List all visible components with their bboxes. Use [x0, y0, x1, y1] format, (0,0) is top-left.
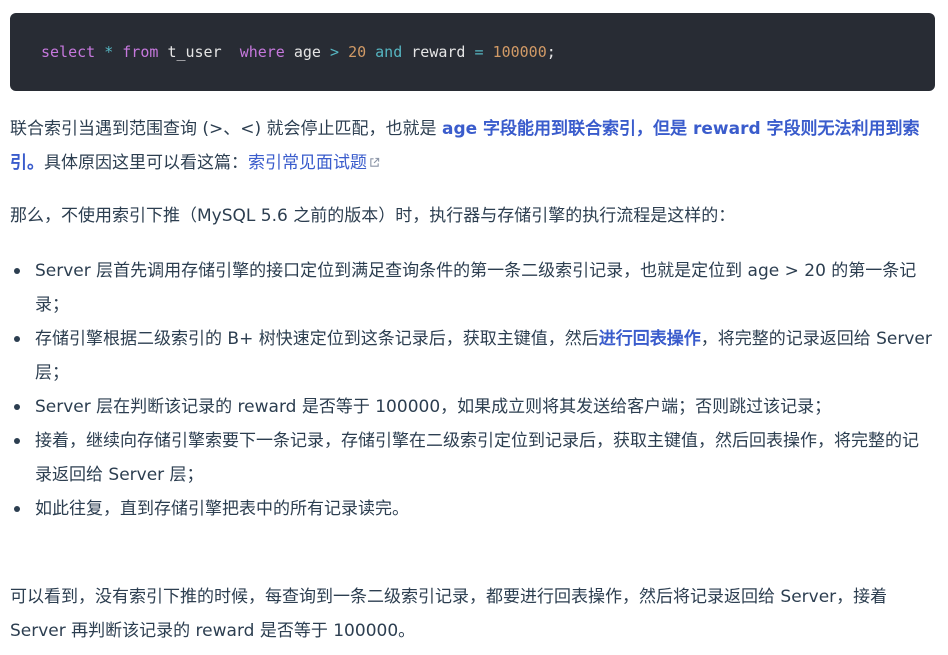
external-link-icon	[370, 157, 380, 167]
bullet-dot	[14, 336, 20, 342]
code-number: 20	[348, 43, 367, 61]
emphasis-text: 进行回表操作	[598, 329, 701, 349]
code-operator: =	[474, 43, 484, 61]
code-block: select * from t_user where age > 20 and …	[10, 13, 935, 91]
execution-flow-list: Server 层首先调用存储引擎的接口定位到满足查询条件的第一条二级索引记录，也…	[10, 254, 935, 526]
code-number: 100000	[492, 43, 547, 61]
list-item: 如此往复，直到存储引擎把表中的所有记录读完。	[10, 492, 935, 526]
paragraph-intro-flow: 那么，不使用索引下推（MySQL 5.6 之前的版本）时，执行器与存储引擎的执行…	[10, 199, 935, 233]
code-operator: and	[375, 43, 403, 61]
list-item-text: Server 层首先调用存储引擎的接口定位到满足查询条件的第一条二级索引记录，也…	[35, 261, 917, 315]
code-punctuation: ;	[546, 43, 556, 61]
list-item: 接着，继续向存储引擎索要下一条记录，存储引擎在二级索引定位到记录后，获取主键值，…	[10, 424, 935, 492]
list-item: Server 层在判断该记录的 reward 是否等于 100000，如果成立则…	[10, 390, 935, 424]
bullet-dot	[14, 268, 20, 274]
bullet-dot	[14, 404, 20, 410]
bullet-dot	[14, 506, 20, 512]
list-item: 存储引擎根据二级索引的 B+ 树快速定位到这条记录后，获取主键值，然后进行回表操…	[10, 322, 935, 390]
bullet-dot	[14, 438, 20, 444]
code-operator: *	[104, 43, 114, 61]
code-identifier: t_user	[167, 43, 222, 61]
sql-code-line: select * from t_user where age > 20 and …	[41, 41, 556, 63]
code-keyword: from	[122, 43, 159, 61]
list-item-text: Server 层在判断该记录的 reward 是否等于 100000，如果成立则…	[35, 397, 832, 417]
paragraph-text: 那么，不使用索引下推（MySQL 5.6 之前的版本）时，执行器与存储引擎的执行…	[10, 206, 736, 226]
list-item: Server 层首先调用存储引擎的接口定位到满足查询条件的第一条二级索引记录，也…	[10, 254, 935, 322]
article-link[interactable]: 索引常见面试题	[248, 153, 380, 173]
code-operator: >	[330, 43, 340, 61]
code-identifier: reward	[411, 43, 466, 61]
link-label: 索引常见面试题	[248, 153, 367, 173]
list-item-text: 如此往复，直到存储引擎把表中的所有记录读完。	[35, 499, 409, 519]
code-keyword: where	[239, 43, 285, 61]
paragraph-range-query: 联合索引当遇到范围查询 (>、<) 就会停止匹配，也就是 age 字段能用到联合…	[10, 112, 935, 180]
code-identifier: age	[293, 43, 321, 61]
list-item-text: 存储引擎根据二级索引的 B+ 树快速定位到这条记录后，获取主键值，然后	[35, 329, 599, 349]
code-keyword: select	[41, 43, 96, 61]
paragraph-conclusion: 可以看到，没有索引下推的时候，每查询到一条二级索引记录，都要进行回表操作，然后将…	[10, 580, 935, 648]
paragraph-text: 具体原因这里可以看这篇：	[44, 153, 248, 173]
paragraph-text: 可以看到，没有索引下推的时候，每查询到一条二级索引记录，都要进行回表操作，然后将…	[10, 587, 888, 641]
paragraph-text: 联合索引当遇到范围查询 (>、<) 就会停止匹配，也就是	[10, 119, 442, 139]
list-item-text: 接着，继续向存储引擎索要下一条记录，存储引擎在二级索引定位到记录后，获取主键值，…	[35, 431, 919, 485]
